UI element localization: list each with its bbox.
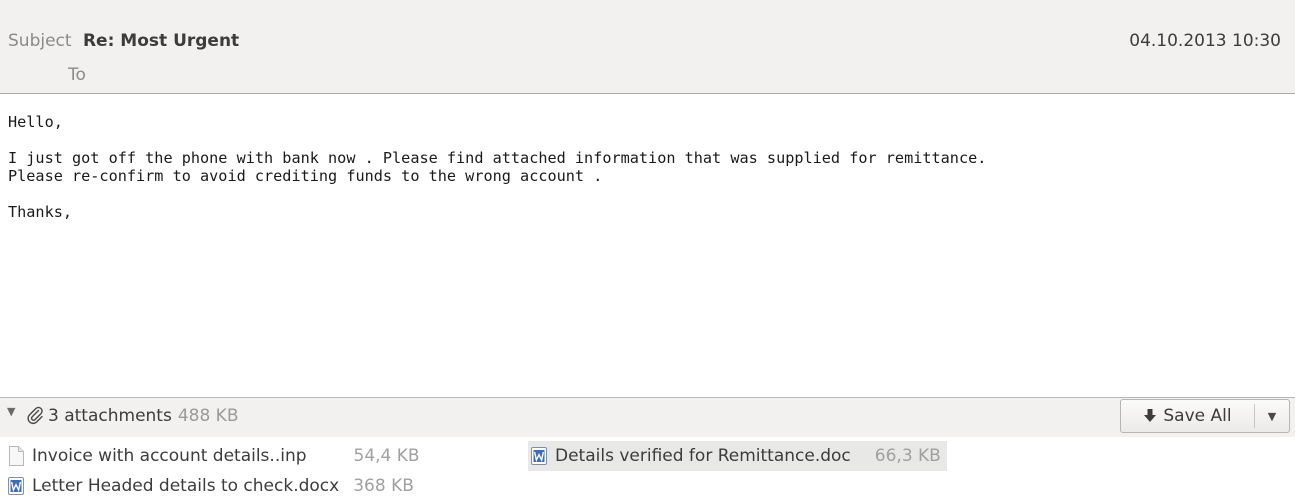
attachment-name: Details verified for Remittance.doc: [555, 446, 851, 466]
attachments-count: 3 attachments: [48, 406, 172, 426]
triangle-down-icon[interactable]: ▼: [7, 405, 15, 418]
body-line: Hello,: [8, 113, 63, 131]
attachments-total-size: 488 KB: [177, 406, 239, 426]
body-line: Thanks,: [8, 203, 73, 221]
save-all-label: Save All: [1163, 406, 1232, 426]
message-date: 04.10.2013 10:30: [1129, 31, 1281, 51]
body-blank-line: [8, 131, 986, 149]
body-line: Please re-confirm to avoid crediting fun…: [8, 167, 603, 185]
chevron-down-icon[interactable]: ▼: [1255, 400, 1289, 432]
attachment-name: Invoice with account details..inp: [32, 446, 307, 466]
attachment-size: 54,4 KB: [353, 446, 420, 466]
attachment-item[interactable]: Letter Headed details to check.docx 368 …: [8, 471, 414, 501]
attachment-list: Invoice with account details..inp 54,4 K…: [0, 437, 1295, 499]
save-all-button[interactable]: Save All ▼: [1120, 399, 1290, 433]
subject-label: Subject: [8, 31, 72, 51]
attachment-item[interactable]: Details verified for Remittance.doc 66,3…: [528, 441, 947, 471]
message-body: Hello, I just got off the phone with ban…: [8, 113, 986, 221]
subject-value[interactable]: Re: Most Urgent: [83, 31, 239, 51]
word-doc-icon: [531, 447, 547, 465]
attachment-item[interactable]: Invoice with account details..inp 54,4 K…: [8, 441, 426, 471]
paperclip-icon: [27, 406, 43, 425]
body-line: I just got off the phone with bank now .…: [8, 149, 987, 167]
save-all-main[interactable]: Save All: [1121, 400, 1254, 432]
arrow-down-icon: [1144, 409, 1157, 422]
word-doc-icon: [8, 477, 24, 495]
to-label: To: [68, 65, 86, 85]
attachment-size: 368 KB: [353, 476, 414, 496]
attachments-bar: ▼ 3 attachments 488 KB Save All ▼: [0, 397, 1295, 437]
attachments-summary[interactable]: 3 attachments 488 KB: [48, 406, 239, 426]
message-header: Subject Re: Most Urgent 04.10.2013 10:30…: [0, 0, 1295, 94]
attachment-size: 66,3 KB: [874, 446, 941, 466]
body-blank-line: [8, 185, 986, 203]
subject-row: Subject Re: Most Urgent: [8, 31, 239, 51]
attachment-name: Letter Headed details to check.docx: [32, 476, 340, 496]
generic-file-icon: [9, 446, 24, 466]
